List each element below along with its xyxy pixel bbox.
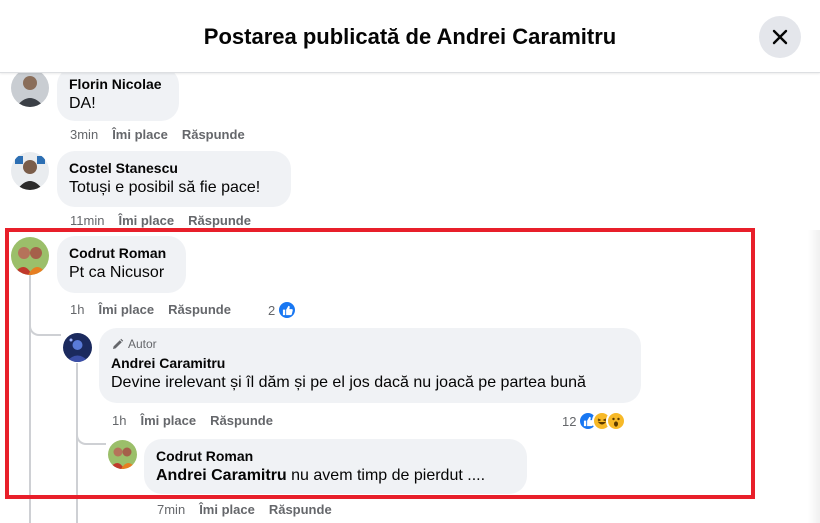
thread-line xyxy=(29,273,31,523)
like-button[interactable]: Îmi place xyxy=(140,413,196,428)
comment-author[interactable]: Andrei Caramitru xyxy=(111,354,629,372)
like-button[interactable]: Îmi place xyxy=(98,302,154,317)
reply-button[interactable]: Răspunde xyxy=(188,213,251,228)
pencil-icon xyxy=(113,338,124,349)
author-badge-label: Autor xyxy=(128,337,157,351)
comment-text: Pt ca Nicusor xyxy=(69,264,165,281)
dialog-title: Postarea publicată de Andrei Caramitru xyxy=(203,24,617,49)
like-button[interactable]: Îmi place xyxy=(199,502,255,517)
thread-line xyxy=(76,363,78,523)
comment-text: Devine irelevant și îl dăm și pe el jos … xyxy=(111,374,586,391)
comment-time[interactable]: 7min xyxy=(157,502,185,517)
comment-actions: 3min Îmi place Răspunde xyxy=(70,127,245,142)
comments-feed[interactable]: Florin Nicolae DA! 3min Îmi place Răspun… xyxy=(0,73,820,523)
comment-time[interactable]: 1h xyxy=(70,302,84,317)
comment-author[interactable]: Costel Stanescu xyxy=(69,159,279,177)
comment-actions: 7min Îmi place Răspunde xyxy=(157,502,332,517)
comment-bubble: Autor Andrei Caramitru Devine irelevant … xyxy=(99,328,641,403)
comment-text: Andrei Caramitru nu avem timp de pierdut… xyxy=(156,465,515,486)
reaction-summary[interactable]: 2 xyxy=(268,300,298,320)
avatar[interactable] xyxy=(63,333,92,362)
dialog-header: Postarea publicată de Andrei Caramitru xyxy=(0,0,820,73)
comment-author[interactable]: Codrut Roman xyxy=(156,447,515,465)
comment-time[interactable]: 3min xyxy=(70,127,98,142)
thread-connector xyxy=(29,320,61,336)
comment-author[interactable]: Florin Nicolae xyxy=(69,75,167,93)
comment-actions: 11min Îmi place Răspunde xyxy=(70,213,251,228)
reaction-count: 2 xyxy=(268,302,276,318)
comment-bubble: Codrut Roman Pt ca Nicusor xyxy=(57,236,186,293)
comment-bubble: Costel Stanescu Totuși e posibil să fie … xyxy=(57,151,291,207)
reaction-count: 12 xyxy=(562,413,577,429)
avatar[interactable] xyxy=(11,73,49,107)
comment-bubble: Florin Nicolae DA! xyxy=(57,73,179,121)
wow-reaction-icon xyxy=(606,411,627,431)
like-button[interactable]: Îmi place xyxy=(112,127,168,142)
reply-button[interactable]: Răspunde xyxy=(168,302,231,317)
like-reaction-icon xyxy=(277,300,298,320)
comment-text-body: nu avem timp de pierdut .... xyxy=(286,467,486,484)
comment-text: Totuși e posibil să fie pace! xyxy=(69,179,261,196)
comment-author[interactable]: Codrut Roman xyxy=(69,244,174,262)
comment-time[interactable]: 1h xyxy=(112,413,126,428)
author-badge: Autor xyxy=(111,336,629,352)
scroll-shadow xyxy=(808,230,820,523)
comment-actions: 1h Îmi place Răspunde xyxy=(70,302,231,317)
comment-time[interactable]: 11min xyxy=(70,213,104,228)
close-button[interactable] xyxy=(759,16,801,58)
thread-connector xyxy=(76,425,106,445)
comment-actions: 1h Îmi place Răspunde xyxy=(112,413,273,428)
comment-text: DA! xyxy=(69,95,96,112)
avatar[interactable] xyxy=(11,237,49,275)
reply-button[interactable]: Răspunde xyxy=(182,127,245,142)
mention-link[interactable]: Andrei Caramitru xyxy=(156,467,287,484)
reaction-summary[interactable]: 12 xyxy=(562,411,627,431)
avatar[interactable] xyxy=(108,440,137,469)
close-icon xyxy=(772,29,788,45)
reply-button[interactable]: Răspunde xyxy=(269,502,332,517)
avatar[interactable] xyxy=(11,152,49,190)
like-button[interactable]: Îmi place xyxy=(118,213,174,228)
reply-button[interactable]: Răspunde xyxy=(210,413,273,428)
comment-bubble: Codrut Roman Andrei Caramitru nu avem ti… xyxy=(144,439,527,494)
